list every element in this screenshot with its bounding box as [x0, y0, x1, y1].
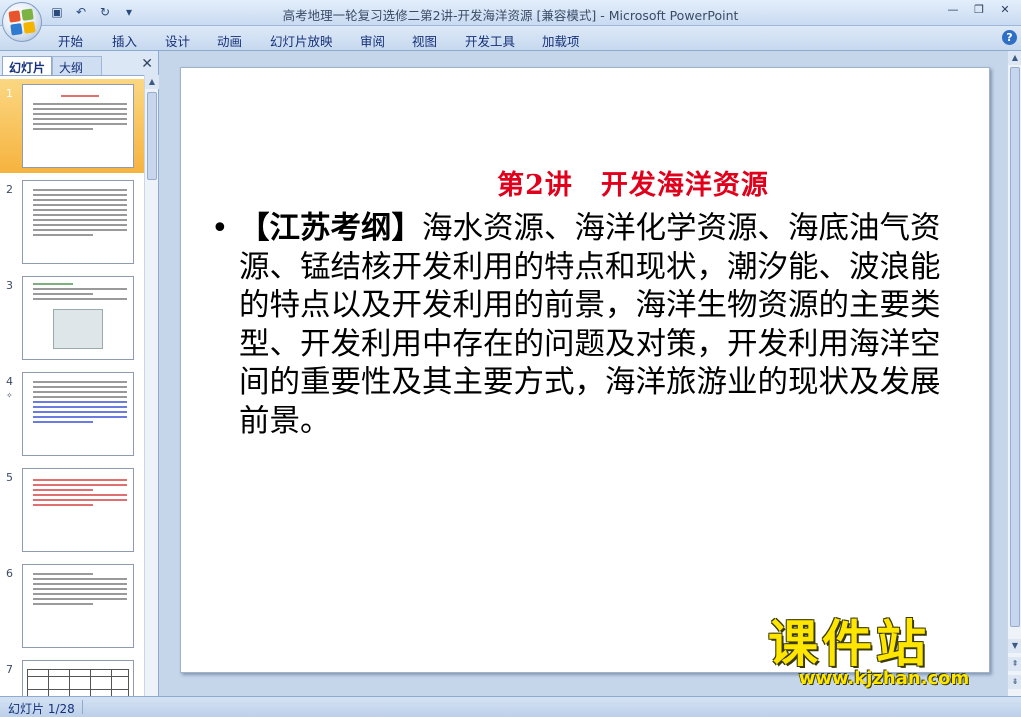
slide-counter: 幻灯片 1/28 — [8, 702, 75, 716]
tab-home[interactable]: 开始 — [58, 31, 83, 50]
restore-icon[interactable]: ❐ — [967, 2, 991, 18]
office-button[interactable] — [2, 2, 42, 42]
thumbnail-map-image — [53, 309, 103, 349]
slide-number: 4 — [6, 375, 13, 388]
status-separator — [82, 700, 83, 714]
bullet-icon: • — [211, 211, 229, 246]
window-title: 高考地理一轮复习选修二第2讲-开发海洋资源 [兼容模式] - Microsoft… — [282, 8, 739, 23]
thumbnail-image — [22, 276, 134, 360]
tab-slideshow[interactable]: 幻灯片放映 — [270, 31, 333, 50]
thumbnail-image — [22, 468, 134, 552]
minimize-icon[interactable]: — — [941, 2, 965, 18]
slide-editor: 第2讲 开发海洋资源 • 【江苏考纲】海水资源、海洋化学资源、海底油气资源、锰结… — [159, 51, 1007, 696]
tab-animations[interactable]: 动画 — [217, 31, 242, 50]
scroll-up-icon[interactable]: ▲ — [145, 75, 159, 89]
scroll-down-icon[interactable]: ▼ — [1008, 639, 1021, 653]
slide-thumbnail[interactable]: 4 ✧ — [0, 367, 144, 461]
animation-icon: ✧ — [6, 391, 13, 400]
scroll-thumb[interactable] — [147, 92, 157, 180]
thumbnail-image — [22, 84, 134, 168]
title-bar: ▣ ↶ ↻ ▾ 高考地理一轮复习选修二第2讲-开发海洋资源 [兼容模式] - M… — [0, 0, 1021, 42]
ribbon-tabs: 开始 插入 设计 动画 幻灯片放映 审阅 视图 开发工具 加载项 ? — [0, 26, 1021, 51]
slide-thumbnail[interactable]: 2 — [0, 175, 144, 269]
slide-number: 3 — [6, 279, 13, 292]
tab-developer[interactable]: 开发工具 — [465, 31, 515, 50]
thumbnail-image — [22, 180, 134, 264]
previous-slide-icon[interactable]: ⇞ — [1008, 657, 1021, 671]
slide-thumbnail[interactable]: 3 — [0, 271, 144, 365]
slide-thumbnail[interactable]: 5 — [0, 463, 144, 557]
close-icon[interactable]: ✕ — [993, 2, 1017, 18]
scroll-thumb[interactable] — [1010, 67, 1020, 627]
thumbnail-scrollbar[interactable]: ▲ — [144, 75, 159, 696]
thumbnail-image — [22, 660, 134, 696]
current-slide[interactable]: 第2讲 开发海洋资源 • 【江苏考纲】海水资源、海洋化学资源、海底油气资源、锰结… — [180, 67, 990, 673]
slide-thumbnail[interactable]: 1 — [0, 79, 144, 173]
slide-body-text[interactable]: • 【江苏考纲】海水资源、海洋化学资源、海底油气资源、锰结核开发利用的特点和现状… — [211, 210, 959, 441]
slide-thumbnail[interactable]: 7 — [0, 655, 144, 696]
watermark-url: www.kjzhan.com — [798, 668, 970, 689]
office-logo-icon — [8, 8, 36, 36]
tab-view[interactable]: 视图 — [412, 31, 437, 50]
tab-slides[interactable]: 幻灯片 — [2, 56, 52, 75]
close-pane-icon[interactable]: ✕ — [141, 56, 153, 72]
thumbnail-image — [22, 372, 134, 456]
help-icon[interactable]: ? — [1002, 30, 1017, 45]
slide-title[interactable]: 第2讲 开发海洋资源 — [181, 163, 989, 202]
slide-number: 6 — [6, 567, 13, 580]
tab-outline[interactable]: 大纲 — [52, 56, 102, 75]
window-controls: — ❐ ✕ — [941, 2, 1017, 18]
tab-insert[interactable]: 插入 — [112, 31, 137, 50]
tab-addins[interactable]: 加载项 — [542, 31, 580, 50]
slide-number: 1 — [6, 87, 13, 100]
slide-number: 5 — [6, 471, 13, 484]
thumbnail-list: 1 2 3 4 ✧ 5 6 7 — [0, 75, 144, 696]
tab-review[interactable]: 审阅 — [360, 31, 385, 50]
status-bar: 幻灯片 1/28 — [0, 696, 1021, 717]
watermark-brand: 课件站 — [768, 615, 930, 673]
slide-number: 2 — [6, 183, 13, 196]
slide-thumbnail[interactable]: 6 — [0, 559, 144, 653]
next-slide-icon[interactable]: ⇟ — [1008, 675, 1021, 689]
slide-scrollbar[interactable]: ▲ ▼ ⇞ ⇟ — [1007, 51, 1021, 696]
slide-number: 7 — [6, 663, 13, 676]
scroll-up-icon[interactable]: ▲ — [1008, 51, 1021, 65]
keyword-label: 【江苏考纲】 — [239, 211, 422, 246]
slides-pane: 幻灯片 大纲 ✕ 1 2 3 4 ✧ 5 6 7 ▲ — [0, 51, 159, 696]
tab-design[interactable]: 设计 — [165, 31, 190, 50]
watermark: 课件站 www.kjzhan.com — [768, 618, 1000, 689]
pane-tabs: 幻灯片 大纲 ✕ — [0, 54, 159, 75]
thumbnail-image — [22, 564, 134, 648]
